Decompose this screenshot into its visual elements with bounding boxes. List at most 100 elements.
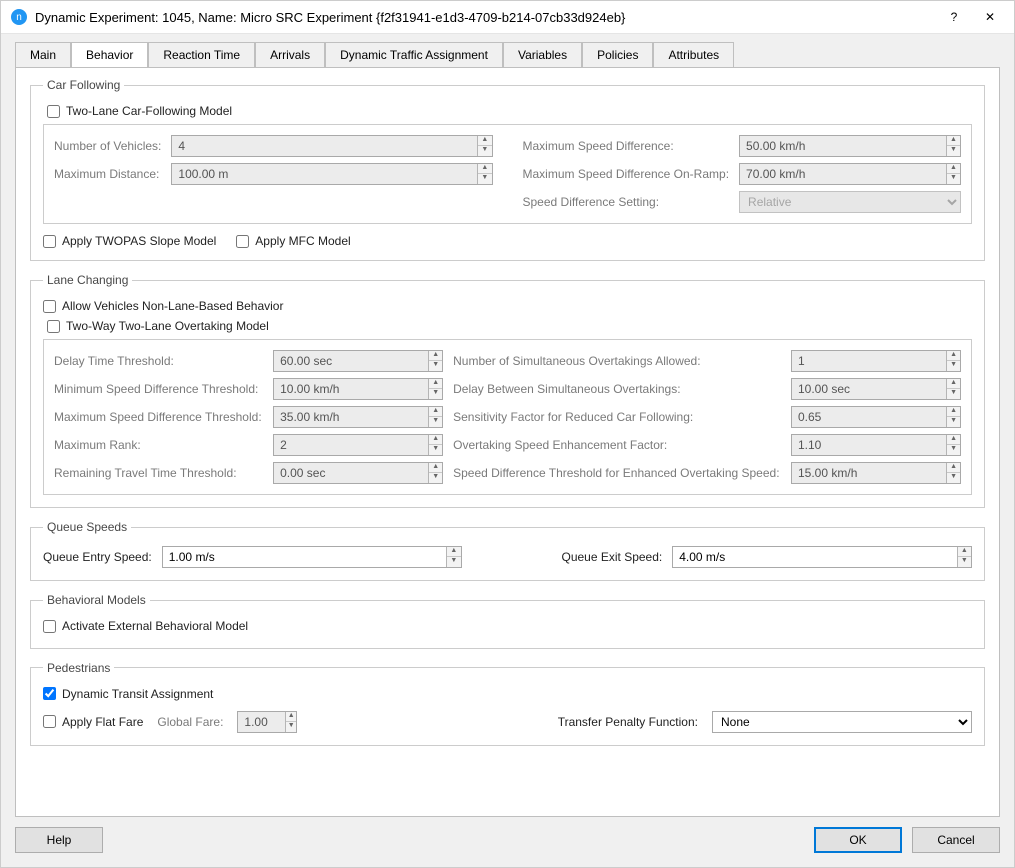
checkbox-dynamic-transit[interactable]: Dynamic Transit Assignment (43, 687, 213, 701)
input-num-sim-overtake[interactable] (792, 352, 946, 370)
input-delay-time[interactable] (274, 352, 428, 370)
spinner-up-icon[interactable]: ▲ (447, 547, 460, 557)
input-max-distance[interactable] (172, 165, 477, 183)
spinner-up-icon[interactable]: ▲ (429, 351, 442, 361)
spinner-down-icon[interactable]: ▼ (429, 389, 442, 399)
checkbox-flat-fare[interactable]: Apply Flat Fare (43, 715, 143, 729)
spinner-down-icon[interactable]: ▼ (947, 445, 960, 455)
spinner-up-icon[interactable]: ▲ (429, 435, 442, 445)
spinner-up-icon[interactable]: ▲ (429, 407, 442, 417)
tab-behavior[interactable]: Behavior (71, 42, 148, 68)
cancel-button[interactable]: Cancel (912, 827, 1000, 853)
spinner-overt-enh[interactable]: ▲▼ (791, 434, 961, 456)
spinner-up-icon[interactable]: ▲ (478, 136, 491, 146)
spinner-up-icon[interactable]: ▲ (947, 164, 960, 174)
input-delay-between[interactable] (792, 380, 946, 398)
tab-reaction-time[interactable]: Reaction Time (148, 42, 255, 68)
tab-policies[interactable]: Policies (582, 42, 653, 68)
input-max-speed-diff[interactable] (740, 137, 946, 155)
spinner-up-icon[interactable]: ▲ (947, 407, 960, 417)
spinner-down-icon[interactable]: ▼ (286, 722, 297, 732)
spinner-down-icon[interactable]: ▼ (947, 174, 960, 184)
spinner-queue-exit[interactable]: ▲▼ (672, 546, 972, 568)
input-max-speed-diff-lc[interactable] (274, 408, 428, 426)
tab-dynamic-traffic-assignment[interactable]: Dynamic Traffic Assignment (325, 42, 503, 68)
tab-arrivals[interactable]: Arrivals (255, 42, 325, 68)
spinner-max-distance[interactable]: ▲▼ (171, 163, 492, 185)
spinner-delay-between[interactable]: ▲▼ (791, 378, 961, 400)
checkbox-allow-nonlane[interactable]: Allow Vehicles Non-Lane-Based Behavior (43, 299, 283, 313)
spinner-delay-time[interactable]: ▲▼ (273, 350, 443, 372)
legend-pedestrians: Pedestrians (43, 661, 114, 675)
spinner-down-icon[interactable]: ▼ (478, 174, 491, 184)
checkbox-allow-nonlane-input[interactable] (43, 300, 56, 313)
spinner-sens-factor[interactable]: ▲▼ (791, 406, 961, 428)
spinner-down-icon[interactable]: ▼ (429, 445, 442, 455)
ok-button[interactable]: OK (814, 827, 902, 853)
spinner-down-icon[interactable]: ▼ (429, 417, 442, 427)
input-sens-factor[interactable] (792, 408, 946, 426)
input-global-fare[interactable] (238, 713, 285, 731)
input-max-rank[interactable] (274, 436, 428, 454)
input-num-vehicles[interactable] (172, 137, 477, 155)
spinner-down-icon[interactable]: ▼ (478, 146, 491, 156)
spinner-down-icon[interactable]: ▼ (429, 361, 442, 371)
spinner-down-icon[interactable]: ▼ (429, 473, 442, 483)
spinner-num-vehicles[interactable]: ▲▼ (171, 135, 492, 157)
checkbox-twopas-input[interactable] (43, 235, 56, 248)
spinner-down-icon[interactable]: ▼ (947, 473, 960, 483)
spinner-max-speed-diff[interactable]: ▲▼ (739, 135, 961, 157)
input-remain-travel[interactable] (274, 464, 428, 482)
spinner-down-icon[interactable]: ▼ (947, 361, 960, 371)
input-overt-enh[interactable] (792, 436, 946, 454)
input-max-speed-diff-ramp[interactable] (740, 165, 946, 183)
checkbox-activate-external-input[interactable] (43, 620, 56, 633)
spinner-down-icon[interactable]: ▼ (447, 557, 460, 567)
input-queue-entry[interactable] (163, 548, 446, 566)
spinner-down-icon[interactable]: ▼ (947, 417, 960, 427)
spinner-max-speed-diff-lc[interactable]: ▲▼ (273, 406, 443, 428)
spinner-queue-entry[interactable]: ▲▼ (162, 546, 462, 568)
spinner-up-icon[interactable]: ▲ (947, 351, 960, 361)
input-speed-diff-enh[interactable] (792, 464, 946, 482)
checkbox-two-lane-cf[interactable]: Two-Lane Car-Following Model (47, 104, 232, 118)
spinner-global-fare[interactable]: ▲▼ (237, 711, 297, 733)
spinner-up-icon[interactable]: ▲ (286, 712, 297, 722)
tab-attributes[interactable]: Attributes (653, 42, 734, 68)
spinner-up-icon[interactable]: ▲ (958, 547, 971, 557)
checkbox-two-lane-cf-input[interactable] (47, 105, 60, 118)
combo-transfer-penalty[interactable]: None (712, 711, 972, 733)
checkbox-twoway-overtaking[interactable]: Two-Way Two-Lane Overtaking Model (47, 319, 269, 333)
spinner-up-icon[interactable]: ▲ (429, 463, 442, 473)
spinner-down-icon[interactable]: ▼ (947, 389, 960, 399)
spinner-min-speed-diff[interactable]: ▲▼ (273, 378, 443, 400)
spinner-down-icon[interactable]: ▼ (947, 146, 960, 156)
spinner-speed-diff-enh[interactable]: ▲▼ (791, 462, 961, 484)
spinner-max-speed-diff-ramp[interactable]: ▲▼ (739, 163, 961, 185)
checkbox-dynamic-transit-input[interactable] (43, 687, 56, 700)
checkbox-twopas[interactable]: Apply TWOPAS Slope Model (43, 234, 216, 248)
spinner-up-icon[interactable]: ▲ (947, 435, 960, 445)
checkbox-flat-fare-input[interactable] (43, 715, 56, 728)
input-min-speed-diff[interactable] (274, 380, 428, 398)
spinner-up-icon[interactable]: ▲ (429, 379, 442, 389)
tab-variables[interactable]: Variables (503, 42, 582, 68)
spinner-remain-travel[interactable]: ▲▼ (273, 462, 443, 484)
spinner-up-icon[interactable]: ▲ (947, 379, 960, 389)
help-button[interactable]: Help (15, 827, 103, 853)
close-icon[interactable]: ✕ (976, 7, 1004, 27)
spinner-up-icon[interactable]: ▲ (947, 463, 960, 473)
spinner-down-icon[interactable]: ▼ (958, 557, 971, 567)
checkbox-mfc-input[interactable] (236, 235, 249, 248)
checkbox-twoway-overtaking-input[interactable] (47, 320, 60, 333)
tab-main[interactable]: Main (15, 42, 71, 68)
spinner-max-rank[interactable]: ▲▼ (273, 434, 443, 456)
help-icon[interactable]: ? (940, 7, 968, 27)
checkbox-mfc[interactable]: Apply MFC Model (236, 234, 350, 248)
spinner-up-icon[interactable]: ▲ (947, 136, 960, 146)
input-queue-exit[interactable] (673, 548, 956, 566)
combo-speed-diff-setting[interactable]: Relative (739, 191, 961, 213)
checkbox-activate-external[interactable]: Activate External Behavioral Model (43, 619, 248, 633)
spinner-up-icon[interactable]: ▲ (478, 164, 491, 174)
spinner-num-sim-overtake[interactable]: ▲▼ (791, 350, 961, 372)
